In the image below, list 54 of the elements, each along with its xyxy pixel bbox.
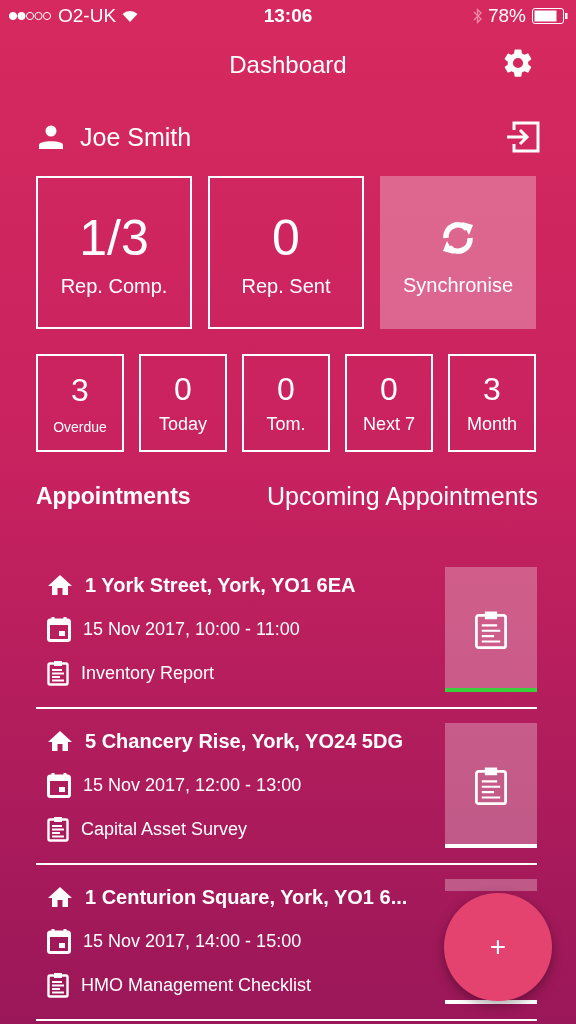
report-name: Capital Asset Survey xyxy=(81,818,248,840)
stat-label: Rep. Sent xyxy=(241,275,331,298)
counter-value: 0 xyxy=(380,371,398,408)
appointment-time: 15 Nov 2017, 14:00 - 15:00 xyxy=(83,930,302,952)
user-name: Joe Smith xyxy=(80,122,193,152)
counter-value: 3 xyxy=(483,371,501,408)
counter-label: Month xyxy=(467,414,517,435)
wifi-icon xyxy=(122,10,139,22)
counter-tile[interactable]: 3 Month xyxy=(448,354,536,452)
counter-value: 0 xyxy=(277,371,295,408)
stat-value: 0 xyxy=(272,213,300,263)
counter-label: Tom. xyxy=(266,414,306,435)
report-name: HMO Management Checklist xyxy=(81,974,312,996)
appointment-time: 15 Nov 2017, 10:00 - 11:00 xyxy=(83,618,300,640)
signal-icon xyxy=(8,11,52,21)
appointment-time: 15 Nov 2017, 12:00 - 13:00 xyxy=(83,774,302,796)
house-icon xyxy=(47,886,73,908)
report-name: Inventory Report xyxy=(81,662,215,684)
counter-tile[interactable]: 3 Overdue xyxy=(36,354,124,452)
appointment-address: 1 Centurion Square, York, YO1 6... xyxy=(85,885,408,909)
counter-value: 0 xyxy=(174,371,192,408)
house-icon xyxy=(47,574,73,596)
clipboard-icon xyxy=(474,609,508,650)
calendar-icon xyxy=(47,616,71,642)
logout-icon[interactable] xyxy=(506,121,540,153)
clipboard-icon xyxy=(47,660,69,686)
battery-percent: 78% xyxy=(487,5,526,27)
carrier-name: O2-UK xyxy=(58,5,117,27)
counter-label: Next 7 xyxy=(363,414,415,435)
counter-tile[interactable]: 0 Today xyxy=(139,354,227,452)
page-title: Dashboard xyxy=(229,51,347,79)
calendar-icon xyxy=(47,772,71,798)
battery-icon xyxy=(532,8,568,24)
tab[interactable]: Appointments xyxy=(36,482,191,511)
add-button[interactable]: + xyxy=(444,893,552,1001)
stat-value: 1/3 xyxy=(79,213,149,263)
person-icon xyxy=(38,125,64,149)
appointment-address: 5 Chancery Rise, York, YO24 5DG xyxy=(85,729,403,753)
clipboard-icon xyxy=(474,765,508,806)
counter-tile[interactable]: 0 Next 7 xyxy=(345,354,433,452)
stat-label: Rep. Comp. xyxy=(60,275,168,298)
counter-value: 3 xyxy=(71,371,89,409)
bluetooth-icon xyxy=(472,8,482,24)
house-icon xyxy=(47,730,73,752)
counter-tile[interactable]: 0 Tom. xyxy=(242,354,330,452)
clipboard-icon xyxy=(47,972,69,998)
clipboard-icon xyxy=(47,816,69,842)
appointment-address: 1 York Street, York, YO1 6EA xyxy=(85,573,356,597)
synchronise-button[interactable]: Synchronise xyxy=(380,176,536,329)
status-time: 13:06 xyxy=(263,5,313,27)
counter-label: Overdue xyxy=(53,418,107,435)
counter-label: Today xyxy=(158,414,207,435)
calendar-icon xyxy=(47,928,71,954)
tab[interactable]: Upcoming Appointments xyxy=(267,482,538,511)
